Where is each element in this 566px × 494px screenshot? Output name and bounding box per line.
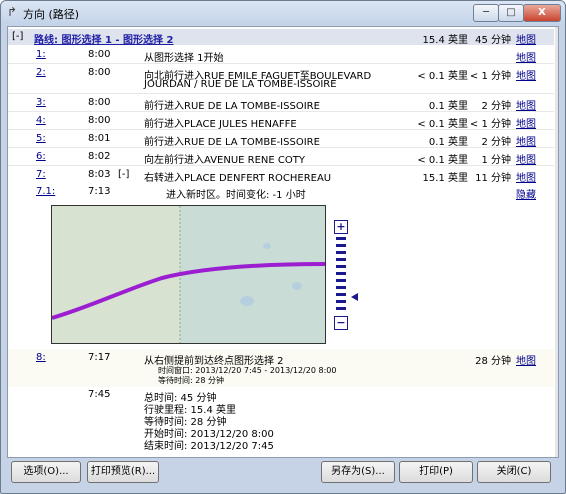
wait-time: 等待时间: 28 分钟 — [158, 376, 224, 385]
directions-panel: [-] 路线: 图形选择 1 - 图形选择 2 15.4 英里 45 分钟 地图… — [7, 26, 559, 458]
zoom-in-button[interactable]: + — [334, 220, 348, 234]
step-map-link[interactable]: 地图 — [516, 97, 536, 112]
step-row: 3: 8:00 前行进入RUE DE LA TOMBE-ISSOIRE 0.1 … — [8, 95, 554, 112]
step-map-link[interactable]: 地图 — [516, 151, 536, 166]
substep-time: 7:13 — [88, 186, 111, 197]
step-row: 6: 8:02 向左前行进入AVENUE RENE COTY < 0.1 英里 … — [8, 149, 554, 166]
save-as-button[interactable]: 另存为(S)... — [321, 461, 395, 483]
map-lake — [240, 296, 254, 306]
arrival-row: 8: 7:17 从右侧提前到达终点图形选择 2 时间窗口: 2013/12/20… — [8, 349, 554, 387]
substep-row: 7.1: 7:13 进入新时区。时间变化: -1 小时 隐藏 — [8, 184, 554, 201]
zoom-level-tick[interactable] — [336, 258, 346, 261]
options-button[interactable]: 选项(O)... — [11, 461, 81, 483]
step-time: 8:00 — [88, 67, 111, 78]
step-time: 8:00 — [88, 97, 111, 108]
title-bar: ↱ 方向 (路径) ─ □ X — [1, 1, 565, 25]
step-map-link[interactable]: 地图 — [516, 49, 536, 64]
step-duration: < 1 分钟 — [469, 71, 511, 82]
step-description: 右转进入PLACE DENFERT ROCHEREAU — [144, 173, 332, 184]
route-time: 45 分钟 — [475, 35, 511, 46]
summary-end-time: 结束时间: 2013/12/20 7:45 — [144, 441, 274, 452]
print-preview-button[interactable]: 打印预览(R)... — [87, 461, 159, 483]
hide-map-link[interactable]: 隐藏 — [516, 186, 536, 201]
zoom-level-tick[interactable] — [336, 251, 346, 254]
step-duration: < 1 分钟 — [469, 119, 511, 130]
zoom-level-tick[interactable] — [336, 293, 346, 296]
substep-description: 进入新时区。时间变化: -1 小时 — [166, 190, 306, 201]
step-duration: 28 分钟 — [475, 356, 511, 367]
step-map-link[interactable]: 地图 — [516, 169, 536, 184]
step-time: 8:00 — [88, 115, 111, 126]
step-number-link[interactable]: 1: — [36, 49, 46, 60]
close-window-button[interactable]: X — [523, 4, 561, 22]
directions-window: ↱ 方向 (路径) ─ □ X [-] 路线: 图形选择 1 - 图形选择 2 … — [0, 0, 566, 494]
zoom-out-button[interactable]: − — [334, 316, 348, 330]
close-button[interactable]: 关闭(C) — [477, 461, 551, 483]
step-number-link[interactable]: 7: — [36, 169, 46, 180]
map-land-area — [52, 206, 180, 343]
step-description: 前行进入RUE DE LA TOMBE-ISSOIRE — [144, 137, 320, 148]
substep-number-link[interactable]: 7.1: — [36, 186, 55, 197]
zoom-control[interactable]: + − — [334, 220, 348, 330]
step-number-link[interactable]: 4: — [36, 115, 46, 126]
step-row: 7: 8:03 [-] 右转进入PLACE DENFERT ROCHEREAU … — [8, 167, 554, 184]
step-row: 2: 8:00 向北前行进入RUE EMILE FAGUET至BOULEVARD… — [8, 65, 554, 94]
zoom-level-tick[interactable] — [336, 265, 346, 268]
step-row: 4: 8:00 前行进入PLACE JULES HENAFFE < 0.1 英里… — [8, 113, 554, 130]
zoom-level-tick[interactable] — [336, 272, 346, 275]
step-number-link[interactable]: 6: — [36, 151, 46, 162]
step-row: 5: 8:01 前行进入RUE DE LA TOMBE-ISSOIRE 0.1 … — [8, 131, 554, 148]
zoom-level-pointer[interactable] — [351, 292, 358, 301]
directions-arrow-icon: ↱ — [7, 5, 18, 19]
step-row: 1: 8:00 从图形选择 1开始 地图 — [8, 47, 554, 64]
step-number-link[interactable]: 5: — [36, 133, 46, 144]
map-lake — [292, 282, 302, 290]
route-map-link[interactable]: 地图 — [516, 31, 536, 46]
step-time: 8:03 — [88, 169, 111, 180]
step-description: 前行进入RUE DE LA TOMBE-ISSOIRE — [144, 101, 320, 112]
zoom-level-tick[interactable] — [336, 244, 346, 247]
zoom-level-tick[interactable] — [336, 237, 346, 240]
step-description: 向左前行进入AVENUE RENE COTY — [144, 155, 305, 166]
step-time: 8:00 — [88, 49, 111, 60]
route-summary: 7:45 总时间: 45 分钟 行驶里程: 15.4 英里 等待时间: 28 分… — [8, 389, 554, 455]
zoom-level-tick[interactable] — [336, 286, 346, 289]
step-duration: 1 分钟 — [481, 155, 511, 166]
window-title: 方向 (路径) — [23, 8, 80, 21]
step-description: 前行进入PLACE JULES HENAFFE — [144, 119, 297, 130]
step-duration: 2 分钟 — [481, 137, 511, 148]
route-header: [-] 路线: 图形选择 1 - 图形选择 2 15.4 英里 45 分钟 地图 — [8, 29, 554, 46]
expand-map-toggle[interactable]: [-] — [118, 169, 129, 180]
zoom-level-tick[interactable] — [336, 279, 346, 282]
step-time: 8:01 — [88, 133, 111, 144]
step-map-link[interactable]: 地图 — [516, 67, 536, 82]
route-map[interactable] — [51, 205, 326, 344]
step-time: 7:17 — [88, 352, 111, 363]
collapse-toggle[interactable]: [-] — [12, 31, 23, 42]
zoom-level-tick[interactable] — [336, 307, 346, 310]
step-time: 8:02 — [88, 151, 111, 162]
map-land-area — [180, 206, 325, 343]
step-map-link[interactable]: 地图 — [516, 133, 536, 148]
summary-time: 7:45 — [88, 389, 111, 400]
scrollbar[interactable] — [555, 27, 558, 457]
route-name-link[interactable]: 路线: 图形选择 1 - 图形选择 2 — [34, 31, 173, 46]
step-number-link[interactable]: 3: — [36, 97, 46, 108]
minimize-button[interactable]: ─ — [473, 4, 499, 22]
step-duration: 2 分钟 — [481, 101, 511, 112]
step-description: 从图形选择 1开始 — [144, 53, 224, 64]
step-description-line2: JOURDAN / RUE DE LA TOMBE-ISSOIRE — [144, 79, 337, 90]
step-number-link[interactable]: 2: — [36, 67, 46, 78]
step-map-link[interactable]: 地图 — [516, 115, 536, 130]
step-duration: 11 分钟 — [475, 173, 511, 184]
print-button[interactable]: 打印(P) — [399, 461, 473, 483]
maximize-button[interactable]: □ — [498, 4, 524, 22]
map-lake — [263, 243, 271, 249]
zoom-level-tick[interactable] — [336, 300, 346, 303]
step-map-link[interactable]: 地图 — [516, 352, 536, 367]
step-number-link[interactable]: 8: — [36, 352, 46, 363]
